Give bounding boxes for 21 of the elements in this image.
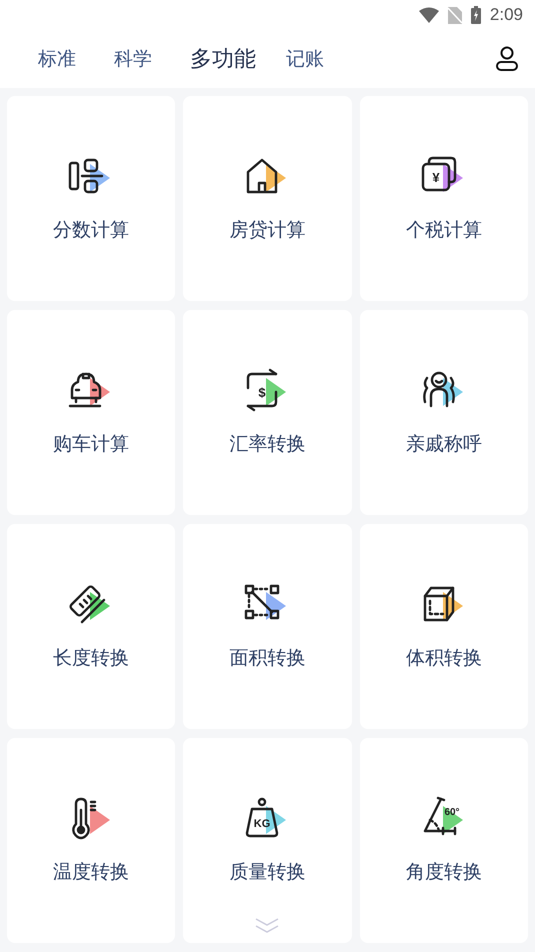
tool-card[interactable]: 分数计算 xyxy=(7,96,176,301)
tool-card[interactable]: 温度转换 xyxy=(7,738,176,943)
battery-charging-icon xyxy=(470,6,481,24)
tool-card[interactable]: 体积转换 xyxy=(360,524,528,729)
wifi-icon xyxy=(418,7,439,23)
user-icon[interactable] xyxy=(495,46,519,72)
tool-card[interactable]: 购车计算 xyxy=(7,310,176,515)
icon-symbol: ¥ xyxy=(432,170,440,185)
tab[interactable]: 科学 xyxy=(102,42,164,76)
tool-card[interactable]: $ 汇率转换 xyxy=(183,310,352,515)
status-time: 2:09 xyxy=(490,5,523,25)
no-sim-icon xyxy=(448,6,462,24)
tab[interactable]: 标准 xyxy=(26,42,88,76)
tool-card[interactable]: ¥ 个税计算 xyxy=(360,96,528,301)
tool-card[interactable]: 长度转换 xyxy=(7,524,176,729)
tool-card[interactable]: 面积转换 xyxy=(183,524,352,729)
tool-card[interactable]: 房贷计算 xyxy=(183,96,352,301)
tab[interactable]: 记账 xyxy=(274,42,336,76)
tab[interactable]: 多功能 xyxy=(178,40,268,78)
icon-symbol: $ xyxy=(258,385,266,400)
tool-card[interactable]: 亲戚称呼 xyxy=(360,310,528,515)
